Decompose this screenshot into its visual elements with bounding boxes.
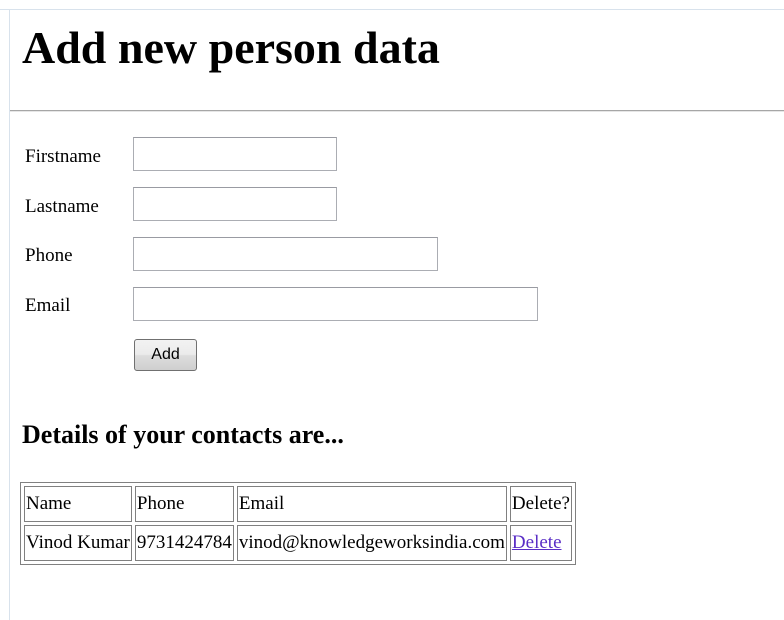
firstname-label: Firstname: [25, 146, 101, 167]
page-top-edge: [0, 9, 784, 10]
header-phone: Phone: [134, 486, 234, 522]
horizontal-rule: [10, 110, 784, 112]
table-header-row: Name Phone Email Delete?: [24, 486, 572, 522]
page-left-edge: [9, 9, 10, 620]
phone-label: Phone: [25, 245, 73, 266]
cell-name: Vinod Kumar: [24, 525, 132, 561]
lastname-label: Lastname: [25, 196, 99, 217]
lastname-input[interactable]: [133, 187, 337, 221]
cell-phone: 9731424784: [134, 525, 234, 561]
contacts-heading: Details of your contacts are...: [22, 420, 344, 449]
cell-email: vinod@knowledgeworksindia.com: [236, 525, 507, 561]
page-title: Add new person data: [22, 22, 440, 73]
phone-input[interactable]: [133, 237, 438, 271]
email-input[interactable]: [133, 287, 538, 321]
add-button[interactable]: Add: [134, 339, 197, 371]
email-label: Email: [25, 295, 71, 316]
table-row: Vinod Kumar 9731424784 vinod@knowledgewo…: [24, 525, 572, 561]
contacts-table: Name Phone Email Delete? Vinod Kumar 973…: [20, 482, 576, 565]
cell-delete: Delete: [509, 525, 572, 561]
firstname-input[interactable]: [133, 137, 337, 171]
header-email: Email: [236, 486, 507, 522]
header-name: Name: [24, 486, 132, 522]
header-delete: Delete?: [509, 486, 572, 522]
delete-link[interactable]: Delete: [512, 532, 562, 553]
